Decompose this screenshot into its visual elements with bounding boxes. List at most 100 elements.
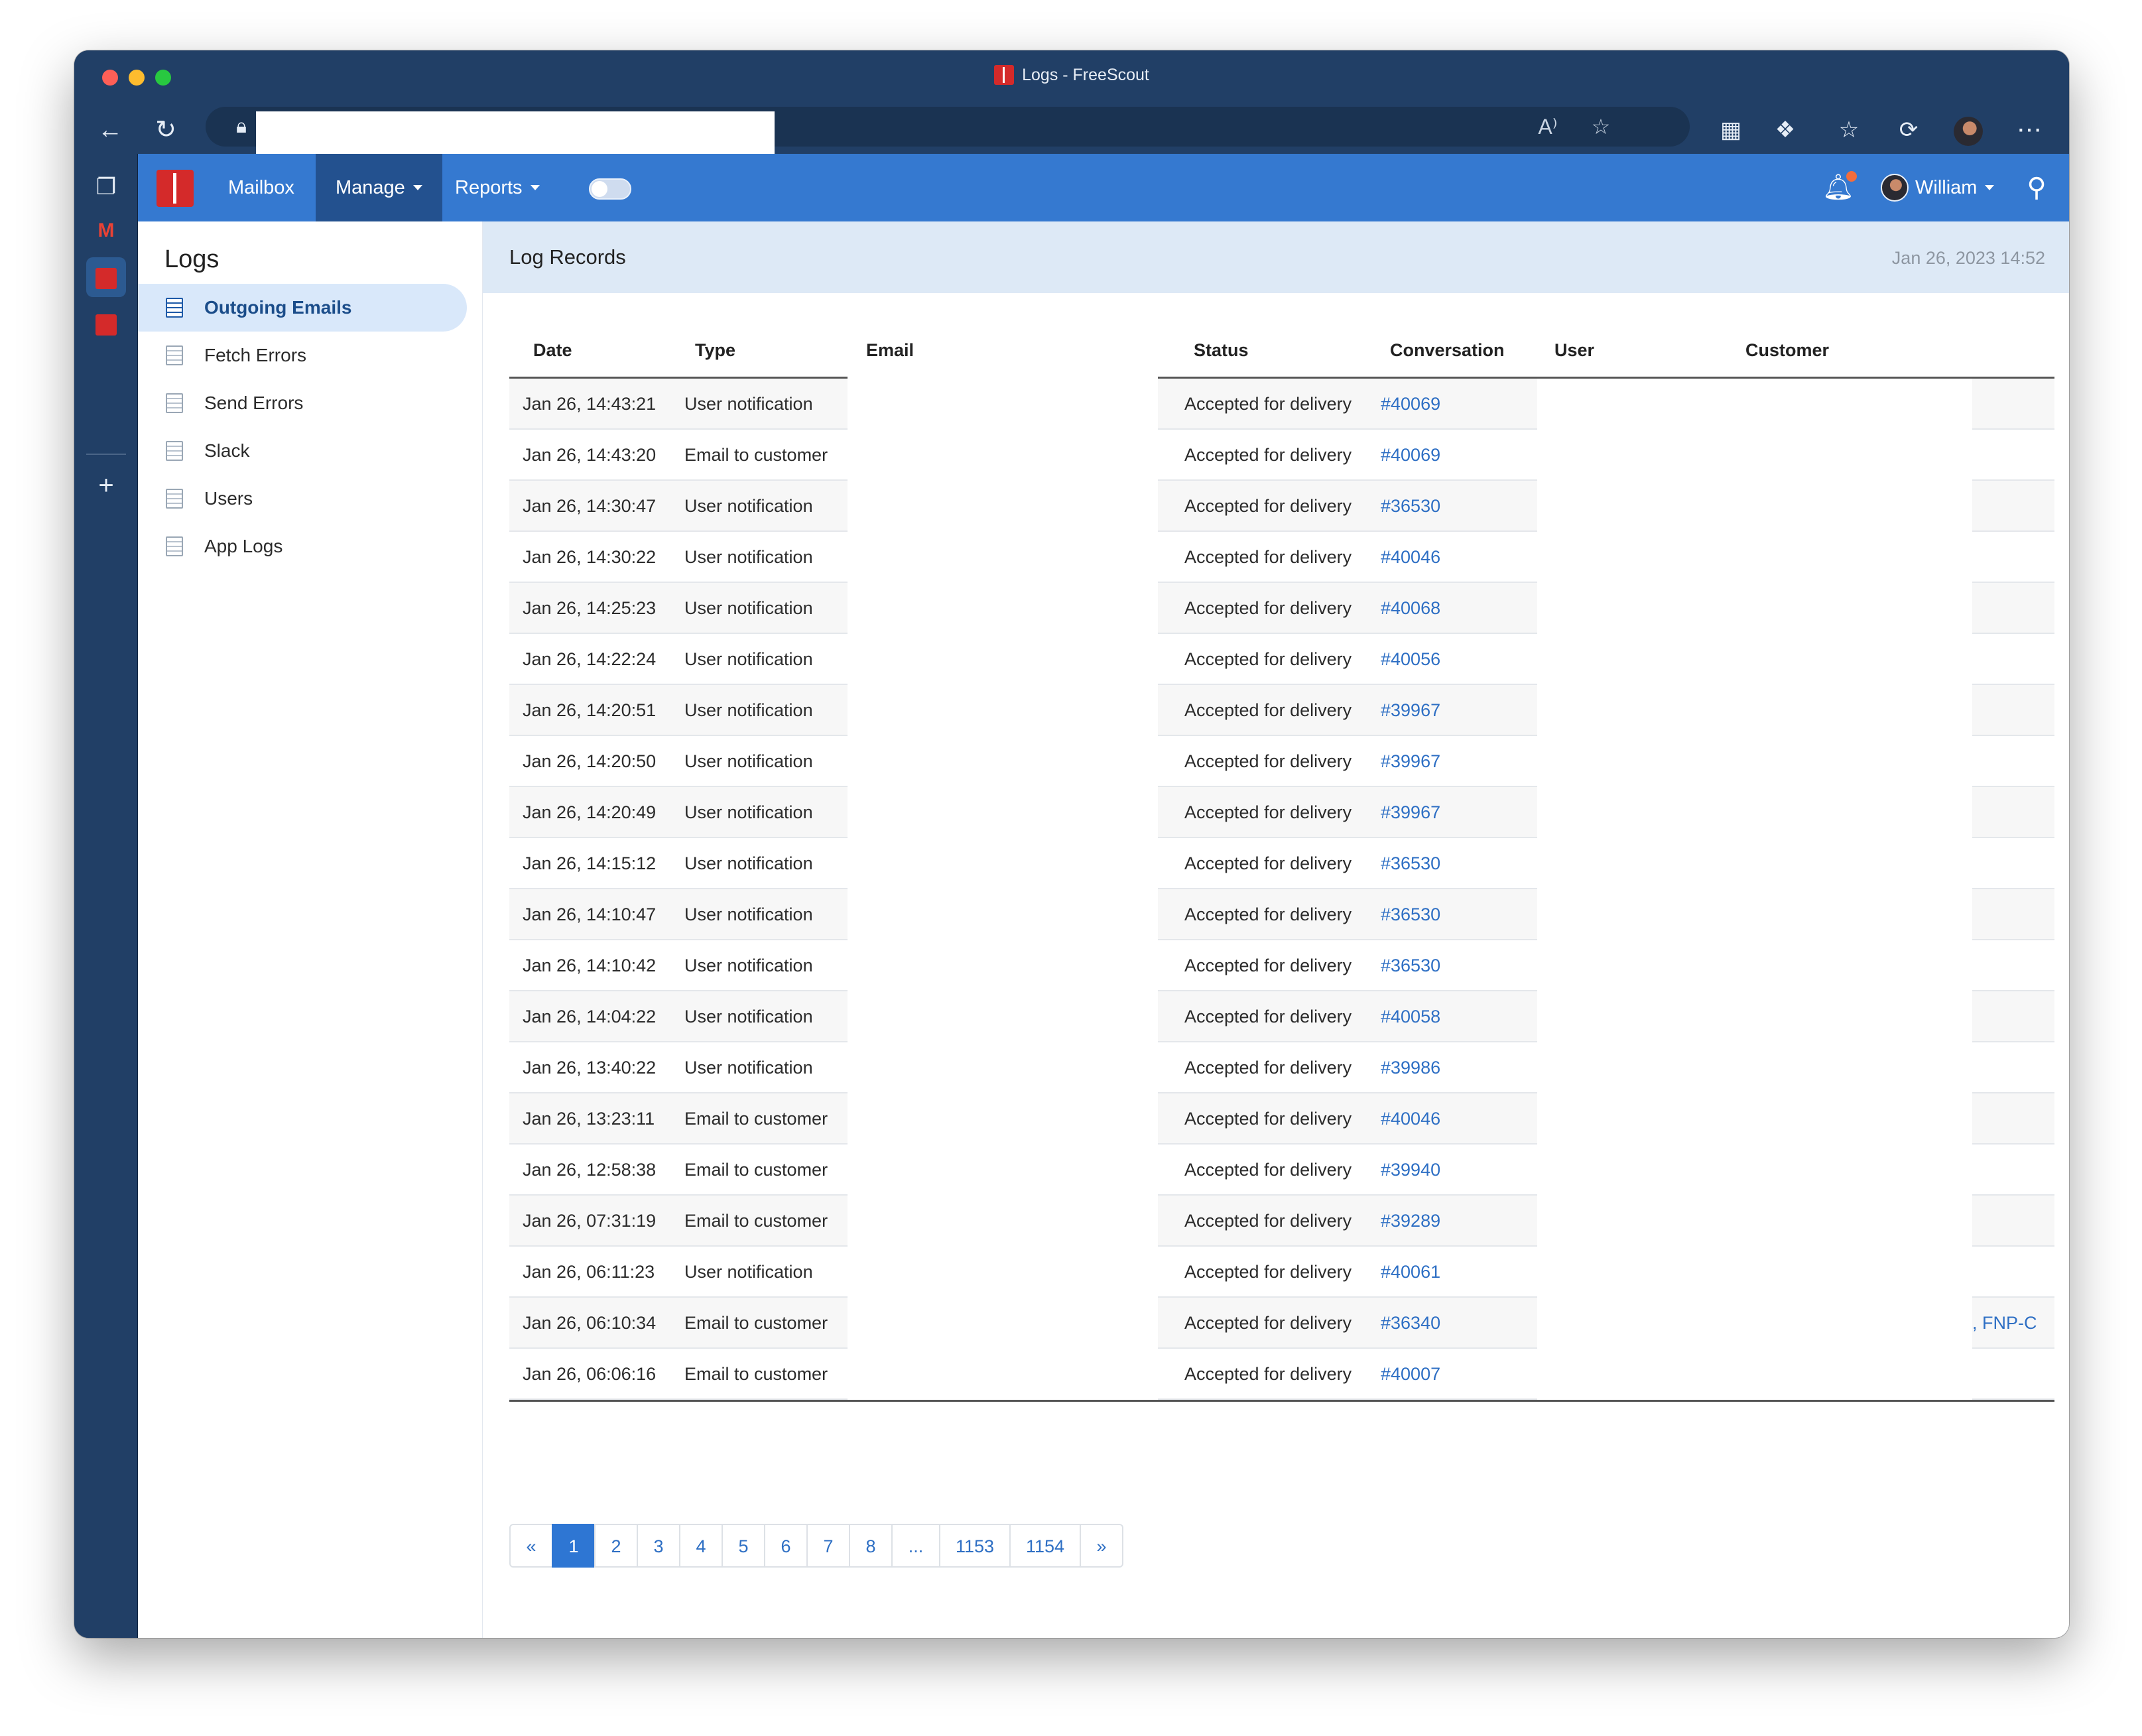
conversation-link[interactable]: #40058	[1381, 991, 1440, 1042]
pagination-page-3[interactable]: 3	[637, 1524, 680, 1568]
column-header-user[interactable]: User	[1554, 328, 1594, 378]
freescout-icon[interactable]	[86, 257, 126, 297]
table-row: Jan 26, 14:20:49 User notification Accepte…	[509, 787, 2054, 838]
cell-status: Accepted for delivery	[1184, 1211, 1352, 1231]
read-aloud-icon[interactable]: A⁾	[1532, 111, 1564, 143]
table-bottom-divider	[509, 1400, 2054, 1402]
pagination-page-5[interactable]: 5	[722, 1524, 765, 1568]
column-header-status[interactable]: Status	[1194, 328, 1249, 378]
conversation-link[interactable]: #39967	[1381, 736, 1440, 787]
conversation-link[interactable]: #36530	[1381, 889, 1440, 940]
table-row: Jan 26, 14:04:22 User notification Accepte…	[509, 991, 2054, 1042]
cell-background	[1972, 532, 2054, 583]
qr-code-icon[interactable]: ▦	[1714, 113, 1748, 147]
pagination-prev[interactable]: «	[509, 1524, 553, 1568]
column-header-conversation[interactable]: Conversation	[1390, 328, 1505, 378]
pagination-next[interactable]: »	[1080, 1524, 1123, 1568]
column-header-type[interactable]: Type	[695, 328, 735, 378]
cell-type: User notification	[684, 802, 813, 822]
content-header: Log Records Jan 26, 2023 14:52	[483, 221, 2069, 293]
column-header-date[interactable]: Date	[533, 328, 572, 378]
favorites-icon[interactable]: ☆	[1832, 113, 1866, 147]
sidebar-item-label: Users	[204, 488, 253, 509]
conversation-link[interactable]: #40069	[1381, 379, 1440, 430]
freescout-logo[interactable]	[157, 170, 194, 207]
conversation-link[interactable]: #36530	[1381, 940, 1440, 991]
pagination-page-7[interactable]: 7	[806, 1524, 850, 1568]
cell-status: Accepted for delivery	[1184, 751, 1352, 771]
conversation-link[interactable]: #40069	[1381, 430, 1440, 481]
history-icon[interactable]: ⟳	[1891, 113, 1926, 147]
cell-type: User notification	[684, 700, 813, 720]
conversation-link[interactable]: #40068	[1381, 583, 1440, 634]
conversation-link[interactable]: #40007	[1381, 1349, 1440, 1400]
sidebar-item-app-logs[interactable]: App Logs	[138, 523, 467, 570]
pagination-page-2[interactable]: 2	[594, 1524, 638, 1568]
conversation-link[interactable]: #36530	[1381, 838, 1440, 889]
dark-mode-toggle[interactable]	[589, 178, 631, 200]
add-icon[interactable]: +	[86, 465, 126, 505]
back-arrow-icon[interactable]: ←	[93, 113, 127, 147]
conversation-link[interactable]: #36530	[1381, 481, 1440, 532]
table-row: Jan 26, 14:30:47 User notification Accepte…	[509, 481, 2054, 532]
freescout-favicon-icon	[994, 65, 1015, 85]
conversation-link[interactable]: #40056	[1381, 634, 1440, 685]
sidebar-item-fetch-errors[interactable]: Fetch Errors	[138, 332, 467, 379]
more-icon[interactable]: ⋯	[2012, 113, 2047, 147]
pagination-page-4[interactable]: 4	[679, 1524, 723, 1568]
pagination-page-6[interactable]: 6	[764, 1524, 808, 1568]
caret-down-icon	[1985, 185, 1995, 190]
extensions-icon[interactable]: ❖	[1768, 113, 1802, 147]
table-row: Jan 26, 06:10:34 Email to customer Accepte…	[509, 1298, 2054, 1349]
conversation-link[interactable]: #40046	[1381, 1093, 1440, 1145]
conversation-link[interactable]: #39967	[1381, 787, 1440, 838]
conversation-link[interactable]: #40046	[1381, 532, 1440, 583]
cell-date: Jan 26, 14:20:51	[523, 700, 657, 720]
reload-icon[interactable]: ↻	[149, 113, 183, 147]
table-row: Jan 26, 06:06:16 Email to customer Accepte…	[509, 1349, 2054, 1400]
document-icon	[166, 489, 183, 509]
cell-type: Email to customer	[684, 445, 828, 465]
sidebar-item-slack[interactable]: Slack	[138, 427, 467, 475]
nav-manage[interactable]: Manage	[316, 154, 442, 221]
cell-background	[1972, 1093, 2054, 1145]
sidebar-item-send-errors[interactable]: Send Errors	[138, 379, 467, 427]
cell-status: Accepted for delivery	[1184, 956, 1352, 975]
cell-background	[1972, 1247, 2054, 1298]
tab-actions-icon[interactable]: ❐	[86, 167, 126, 207]
favorite-add-icon[interactable]: ☆	[1585, 111, 1617, 143]
cell-status: Accepted for delivery	[1184, 700, 1352, 720]
cell-date: Jan 26, 14:15:12	[523, 853, 657, 873]
nav-mailbox[interactable]: Mailbox	[208, 154, 314, 221]
user-menu[interactable]: William	[1915, 154, 1995, 221]
header-timestamp: Jan 26, 2023 14:52	[1891, 248, 2045, 268]
conversation-link[interactable]: #39289	[1381, 1196, 1440, 1247]
lock-icon[interactable]: 🔒︎	[236, 115, 256, 139]
conversation-link[interactable]: #36340	[1381, 1298, 1440, 1349]
sidebar-item-outgoing-emails[interactable]: Outgoing Emails	[138, 284, 467, 332]
pagination-page-1153[interactable]: 1153	[939, 1524, 1011, 1568]
pagination-page-1154[interactable]: 1154	[1009, 1524, 1081, 1568]
freescout-icon[interactable]	[86, 304, 126, 343]
sidebar-item-users[interactable]: Users	[138, 475, 467, 523]
nav-reports[interactable]: Reports	[435, 154, 560, 221]
conversation-link[interactable]: #39940	[1381, 1145, 1440, 1196]
customer-link[interactable]: , FNP-C	[1972, 1298, 2037, 1349]
avatar[interactable]	[1881, 174, 1909, 202]
nav-reports-label: Reports	[455, 177, 523, 198]
table-row: Jan 26, 14:15:12 User notification Accepte…	[509, 838, 2054, 889]
cell-date: Jan 26, 14:20:50	[523, 751, 657, 771]
column-header-customer[interactable]: Customer	[1745, 328, 1829, 378]
pagination-page-1[interactable]: 1	[552, 1524, 596, 1568]
cell-date: Jan 26, 13:40:22	[523, 1058, 657, 1078]
profile-avatar[interactable]	[1951, 113, 1985, 147]
conversation-link[interactable]: #39986	[1381, 1042, 1440, 1093]
conversation-link[interactable]: #39967	[1381, 685, 1440, 736]
cell-type: User notification	[684, 394, 813, 414]
cell-status: Accepted for delivery	[1184, 598, 1352, 618]
column-header-email[interactable]: Email	[866, 328, 914, 378]
pagination-page-8[interactable]: 8	[849, 1524, 893, 1568]
conversation-link[interactable]: #40061	[1381, 1247, 1440, 1298]
gmail-icon[interactable]: M	[86, 211, 126, 251]
search-icon[interactable]: ⚲	[2021, 172, 2052, 203]
